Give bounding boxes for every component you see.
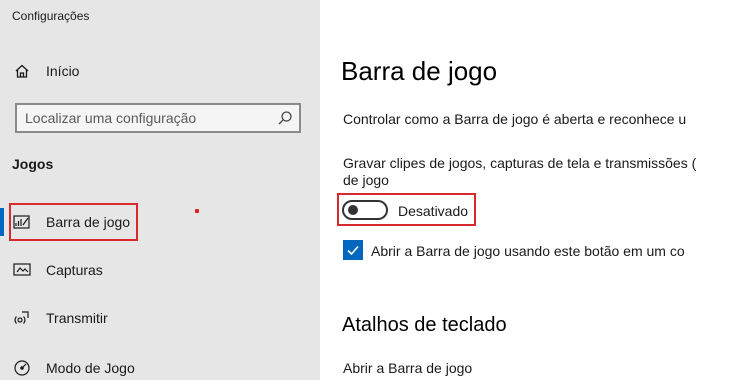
- main-content: Barra de jogo Controlar como a Barra de …: [320, 0, 752, 380]
- annotation-dot: [195, 209, 199, 213]
- sidebar-item-label: Início: [46, 63, 80, 79]
- highlight-game-bar: [9, 203, 138, 241]
- shortcuts-title: Atalhos de teclado: [342, 314, 507, 336]
- checkmark-icon: [347, 245, 359, 256]
- page-title: Barra de jogo: [341, 56, 498, 86]
- section-title: Jogos: [12, 156, 54, 172]
- sidebar-item-label: Capturas: [46, 262, 103, 278]
- sidebar-item-home[interactable]: Início: [0, 53, 320, 89]
- search-icon[interactable]: [277, 110, 293, 126]
- sidebar-item-broadcast[interactable]: Transmitir: [0, 300, 320, 336]
- page-description: Controlar como a Barra de jogo é aberta …: [343, 111, 687, 127]
- record-toggle[interactable]: [342, 200, 388, 220]
- sidebar-item-game-mode[interactable]: Modo de Jogo: [0, 350, 320, 380]
- sidebar-item-captures[interactable]: Capturas: [0, 252, 320, 288]
- sidebar-item-label: Transmitir: [46, 310, 108, 326]
- record-setting-label-cont: de jogo: [343, 172, 389, 188]
- sidebar-item-label: Modo de Jogo: [46, 360, 135, 376]
- sidebar: Configurações Início Jogos: [0, 0, 320, 380]
- search-input[interactable]: [25, 109, 270, 127]
- search-box[interactable]: [15, 103, 301, 133]
- toggle-knob: [348, 205, 358, 215]
- record-setting-label: Gravar clipes de jogos, capturas de tela…: [343, 155, 697, 171]
- app-title: Configurações: [12, 9, 90, 23]
- open-game-bar-checkbox[interactable]: [343, 240, 363, 260]
- shortcut-item-label: Abrir a Barra de jogo: [343, 360, 473, 376]
- toggle-state-label: Desativado: [398, 203, 469, 219]
- game-mode-icon: [13, 359, 31, 377]
- captures-icon: [13, 261, 31, 279]
- home-icon: [13, 62, 31, 80]
- checkbox-label[interactable]: Abrir a Barra de jogo usando este botão …: [371, 243, 685, 259]
- broadcast-icon: [13, 309, 31, 327]
